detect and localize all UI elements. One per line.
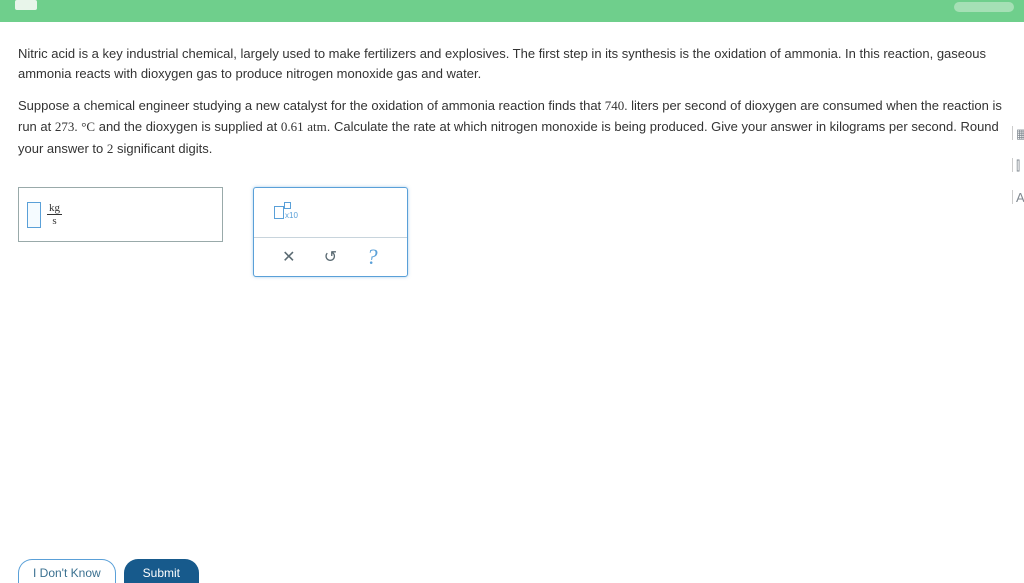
q-text: significant digits.	[113, 141, 212, 156]
scientific-notation-button[interactable]: x10	[274, 206, 306, 219]
answer-row: kg s x10 ✕ ↺ ?	[18, 187, 1006, 277]
answer-units: kg s	[47, 202, 62, 227]
q-value-temp: 273.	[55, 119, 78, 134]
unit-denominator: s	[50, 215, 58, 227]
q-text: and the dioxygen is supplied at	[95, 119, 281, 134]
toolbar-bottom-row: ✕ ↺ ?	[254, 238, 407, 276]
calculator-icon[interactable]: ▦	[1012, 126, 1024, 140]
header-right-pill	[954, 2, 1014, 12]
submit-button[interactable]: Submit	[124, 559, 199, 583]
right-tool-rail: ▦ ⫿ A	[1012, 126, 1024, 204]
header-bar	[0, 0, 1024, 22]
toolbar-top-row: x10	[254, 188, 407, 238]
q-value-rate: 740.	[605, 98, 628, 113]
help-button[interactable]: ?	[362, 244, 382, 270]
answer-box[interactable]: kg s	[18, 187, 223, 242]
q-unit-pressure: atm	[307, 119, 327, 134]
chart-icon[interactable]: ⫿	[1012, 158, 1024, 172]
q-text: Suppose a chemical engineer studying a n…	[18, 98, 605, 113]
header-tab-icon	[15, 0, 37, 10]
reset-button[interactable]: ↺	[320, 247, 340, 267]
answer-input[interactable]	[27, 202, 41, 228]
question-intro: Nitric acid is a key industrial chemical…	[18, 44, 1006, 83]
question-body: Suppose a chemical engineer studying a n…	[18, 95, 1006, 159]
question-content: Nitric acid is a key industrial chemical…	[18, 44, 1006, 277]
input-toolbar: x10 ✕ ↺ ?	[253, 187, 408, 277]
unit-numerator: kg	[47, 202, 62, 215]
sci-mantissa-icon	[274, 206, 284, 219]
i-dont-know-button[interactable]: I Don't Know	[18, 559, 116, 583]
clear-button[interactable]: ✕	[279, 247, 299, 267]
footer-buttons: I Don't Know Submit	[18, 559, 199, 583]
text-tool-icon[interactable]: A	[1012, 190, 1024, 204]
q-unit-temp: °C	[81, 119, 95, 134]
sci-base-label: x10	[285, 211, 298, 220]
sci-exponent-icon	[284, 202, 291, 209]
q-value-pressure: 0.61	[281, 119, 304, 134]
